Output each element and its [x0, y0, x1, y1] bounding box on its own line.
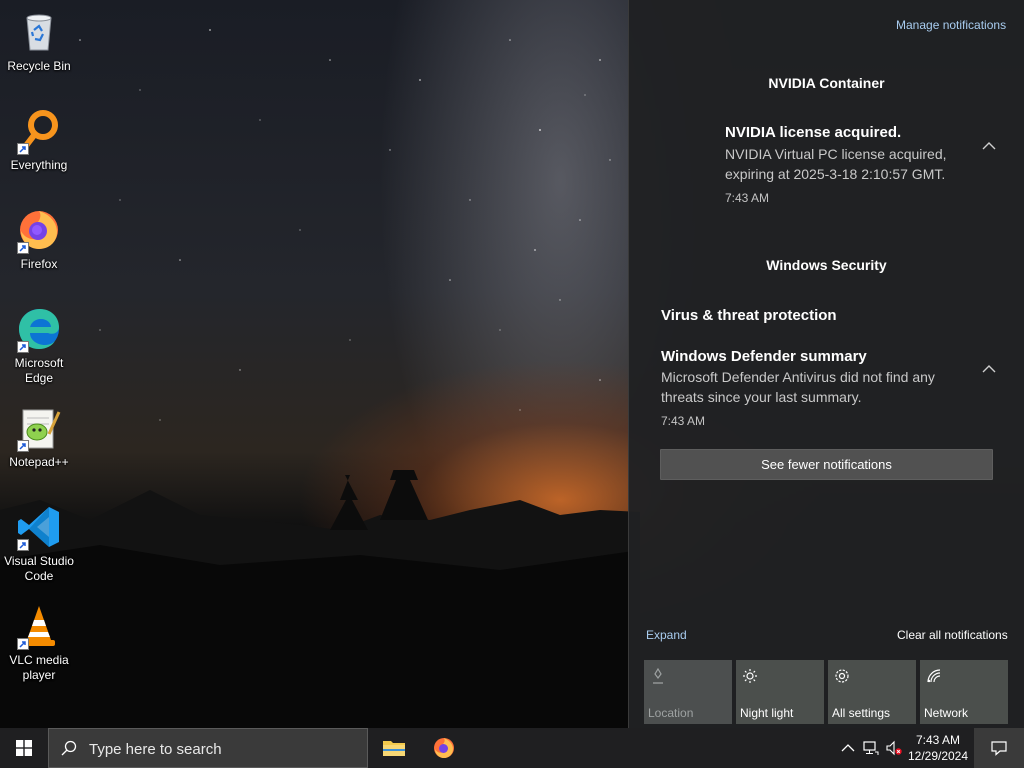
quick-action-night-light[interactable]: Night light	[736, 660, 824, 724]
desktop-icon-edge[interactable]: Microsoft Edge	[0, 305, 78, 386]
shortcut-arrow-icon	[17, 440, 29, 452]
folder-icon	[383, 741, 405, 756]
search-placeholder: Type here to search	[89, 741, 222, 758]
notepadpp-icon	[15, 404, 63, 452]
desktop-icon-vscode[interactable]: Visual Studio Code	[0, 503, 78, 584]
edge-icon	[15, 305, 63, 353]
quick-action-location[interactable]: Location	[644, 660, 732, 724]
desktop-icon-label: Everything	[10, 158, 68, 172]
action-center-button[interactable]	[974, 728, 1024, 768]
network-icon	[926, 668, 942, 684]
taskbar-clock[interactable]: 7:43 AM 12/29/2024	[906, 732, 970, 764]
desktop-icon-label: Firefox	[20, 257, 58, 271]
gear-icon	[834, 668, 850, 684]
show-hidden-icons-chevron-icon[interactable]	[840, 740, 856, 756]
volume-muted-icon[interactable]	[886, 740, 902, 756]
notification-time: 7:43 AM	[661, 414, 706, 428]
shortcut-arrow-icon	[17, 242, 29, 254]
quick-action-label: Location	[648, 706, 694, 720]
desktop-icon-label: Notepad++	[9, 455, 69, 469]
firefox-icon	[15, 206, 63, 254]
clock-date: 12/29/2024	[907, 749, 969, 763]
notification-card[interactable]: Windows Defender summary Microsoft Defen…	[661, 348, 971, 428]
search-icon	[61, 740, 77, 756]
night-light-icon	[742, 668, 758, 684]
taskbar: Type here to search 7:43 AM 12/29/2024	[0, 728, 1024, 768]
expand-link[interactable]: Expand	[646, 628, 687, 642]
desktop-icon-label: VLC media player	[9, 653, 69, 682]
notification-title: Virus & threat protection	[661, 307, 837, 324]
quick-action-all-settings[interactable]: All settings	[828, 660, 916, 724]
shortcut-arrow-icon	[17, 341, 29, 353]
shortcut-arrow-icon	[17, 539, 29, 551]
quick-action-label: Network	[924, 706, 969, 720]
desktop-icon-label: Visual Studio Code	[4, 554, 74, 583]
shortcut-arrow-icon	[17, 143, 29, 155]
start-button[interactable]	[0, 728, 48, 768]
everything-search-icon	[15, 107, 63, 155]
notification-title: Windows Defender summary	[661, 348, 867, 365]
network-tray-icon[interactable]	[863, 740, 879, 756]
quick-action-label: All settings	[832, 706, 891, 720]
desktop-icon-notepadpp[interactable]: Notepad++	[0, 404, 78, 470]
vscode-icon	[15, 503, 63, 551]
mountain-silhouette	[0, 470, 640, 728]
collapse-chevron-icon[interactable]	[982, 361, 996, 373]
desktop-icon-everything[interactable]: Everything	[0, 107, 78, 173]
notification-body: NVIDIA Virtual PC license acquired, expi…	[725, 146, 947, 182]
quick-action-network[interactable]: Network	[920, 660, 1008, 724]
action-center-panel: Manage notifications NVIDIA Container NV…	[628, 0, 1024, 728]
quick-action-label: Night light	[740, 706, 794, 720]
desktop-icon-label: Recycle Bin	[7, 59, 71, 73]
collapse-chevron-icon[interactable]	[982, 138, 996, 150]
notification-group-header: NVIDIA Container	[768, 75, 885, 91]
desktop-icon-recycle-bin[interactable]: Recycle Bin	[0, 8, 78, 74]
taskbar-firefox[interactable]	[420, 728, 468, 768]
desktop-icon-label: Microsoft Edge	[14, 356, 64, 385]
notification-title: NVIDIA license acquired.	[725, 124, 902, 141]
notification-body: Microsoft Defender Antivirus did not fin…	[661, 369, 935, 405]
notification-group-header: Windows Security	[766, 257, 887, 273]
see-fewer-notifications-button[interactable]: See fewer notifications	[660, 449, 993, 480]
clear-all-notifications-link[interactable]: Clear all notifications	[897, 628, 1008, 642]
desktop-icon-vlc[interactable]: VLC media player	[0, 602, 78, 683]
location-icon	[650, 667, 666, 684]
recycle-bin-icon	[15, 8, 63, 56]
vlc-icon	[15, 602, 63, 650]
manage-notifications-link[interactable]: Manage notifications	[896, 18, 1006, 32]
firefox-icon	[434, 738, 454, 758]
clock-time: 7:43 AM	[915, 733, 961, 747]
windows-logo-icon	[16, 740, 32, 756]
notification-card[interactable]: Virus & threat protection	[661, 307, 971, 324]
notification-icon	[991, 741, 1007, 756]
shortcut-arrow-icon	[17, 638, 29, 650]
notification-time: 7:43 AM	[725, 191, 770, 205]
taskbar-search-box[interactable]: Type here to search	[48, 728, 368, 768]
desktop-icon-firefox[interactable]: Firefox	[0, 206, 78, 272]
notification-card[interactable]: NVIDIA license acquired. NVIDIA Virtual …	[725, 124, 995, 205]
taskbar-file-explorer[interactable]	[370, 728, 418, 768]
